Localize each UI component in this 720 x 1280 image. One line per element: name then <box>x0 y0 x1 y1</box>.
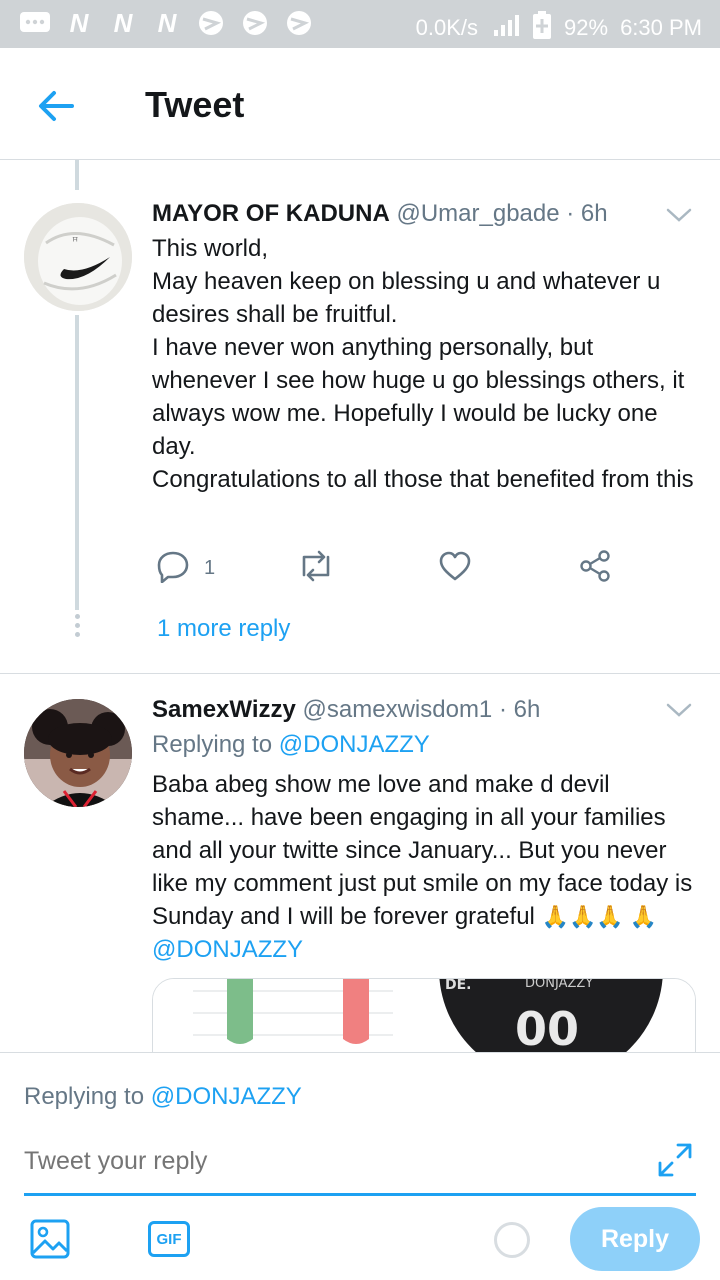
tweet-text: This world, May heaven keep on blessing … <box>152 232 702 496</box>
notification-icons: N N N <box>18 8 316 38</box>
svg-text:00: 00 <box>515 1002 579 1052</box>
page-title: Tweet <box>145 84 245 125</box>
replying-to: Replying to @DONJAZZY <box>152 731 430 759</box>
emoji: 🙏🙏🙏 🙏 <box>541 904 658 929</box>
status-bar: N N N 0.0K/s 92% 6:30 PM <box>0 0 720 48</box>
expand-icon[interactable] <box>656 1141 694 1179</box>
reply-composer: Replying to @DONJAZZY GIF Reply <box>0 1052 720 1280</box>
battery-level: 92% <box>564 15 609 40</box>
gif-icon[interactable]: GIF <box>148 1221 190 1257</box>
replying-to-label: Replying to <box>24 1083 145 1110</box>
chevron-down-icon[interactable] <box>666 207 692 223</box>
share-icon <box>578 549 612 588</box>
tweet-time: · 6h <box>566 200 608 227</box>
tweet-line: This world, <box>152 235 269 262</box>
sports-icon <box>194 8 228 38</box>
share-action[interactable] <box>578 548 612 588</box>
avatar[interactable] <box>24 699 132 807</box>
battery-icon <box>532 11 552 45</box>
tweet-text: Baba abeg show me love and make d devil … <box>152 768 702 966</box>
tweet-header: MAYOR OF KADUNA @Umar_gbade · 6h <box>152 200 608 228</box>
tweet-time: · 6h <box>498 696 541 723</box>
svg-text:DE.: DE. <box>445 979 472 993</box>
network-speed: 0.0K/s <box>415 15 479 40</box>
retweet-action[interactable] <box>298 548 334 588</box>
input-underline <box>24 1193 696 1196</box>
app-header: Tweet <box>0 48 720 160</box>
divider <box>0 673 720 674</box>
sports-icon <box>238 8 272 38</box>
image-icon[interactable] <box>30 1219 70 1259</box>
reply-input[interactable] <box>24 1147 644 1176</box>
reply-count: 1 <box>204 556 216 579</box>
reply-icon <box>156 549 190 588</box>
system-indicators: 0.0K/s 92% 6:30 PM <box>416 11 702 45</box>
back-arrow-icon[interactable] <box>34 84 78 128</box>
retweet-icon <box>298 549 334 588</box>
more-replies-link[interactable]: 1 more reply <box>157 615 290 643</box>
clock: 6:30 PM <box>620 15 702 40</box>
user-handle[interactable]: @samexwisdom1 <box>303 696 493 723</box>
thread-line <box>75 315 79 610</box>
n-icon: N <box>113 7 133 38</box>
thread-dots <box>72 614 82 641</box>
tweet-line: Congratulations to all those that benefi… <box>152 466 694 493</box>
user-handle[interactable]: @Umar_gbade <box>396 200 559 227</box>
reply-action[interactable]: 1 <box>156 548 215 588</box>
signal-icon <box>490 12 520 44</box>
tweet-line: I have never won anything personally, bu… <box>152 334 685 460</box>
tweet-line: May heaven keep on blessing u and whatev… <box>152 268 661 328</box>
card-caption: DONJAZZY <box>525 979 593 991</box>
tweet-header: SamexWizzy @samexwisdom1 · 6h <box>152 696 540 724</box>
chat-icon <box>18 8 52 38</box>
reply-button[interactable]: Reply <box>570 1207 700 1271</box>
n-icon: N <box>157 7 177 38</box>
composer-replying-to: Replying to @DONJAZZY <box>24 1083 302 1111</box>
like-action[interactable] <box>438 548 472 588</box>
replying-to-label: Replying to <box>152 731 273 758</box>
sports-icon <box>282 8 316 38</box>
mention-link[interactable]: @DONJAZZY <box>152 936 303 963</box>
thread-line <box>75 160 79 190</box>
avatar[interactable]: ꟸ <box>24 203 132 311</box>
svg-text:ꟸ: ꟸ <box>72 235 78 248</box>
display-name[interactable]: SamexWizzy <box>152 696 296 723</box>
tweet-thread[interactable]: ꟸ MAYOR OF KADUNA @Umar_gbade · 6h This … <box>0 160 720 1052</box>
mention-link[interactable]: @DONJAZZY <box>279 731 430 758</box>
display-name[interactable]: MAYOR OF KADUNA <box>152 200 390 227</box>
chevron-down-icon[interactable] <box>666 702 692 718</box>
n-icon: N <box>69 7 89 38</box>
mention-link[interactable]: @DONJAZZY <box>151 1083 302 1110</box>
heart-icon <box>438 550 472 587</box>
tweet-actions: 1 <box>152 548 622 588</box>
character-counter <box>494 1222 530 1258</box>
media-card[interactable]: DE. DONJAZZY 00 <box>152 978 696 1052</box>
